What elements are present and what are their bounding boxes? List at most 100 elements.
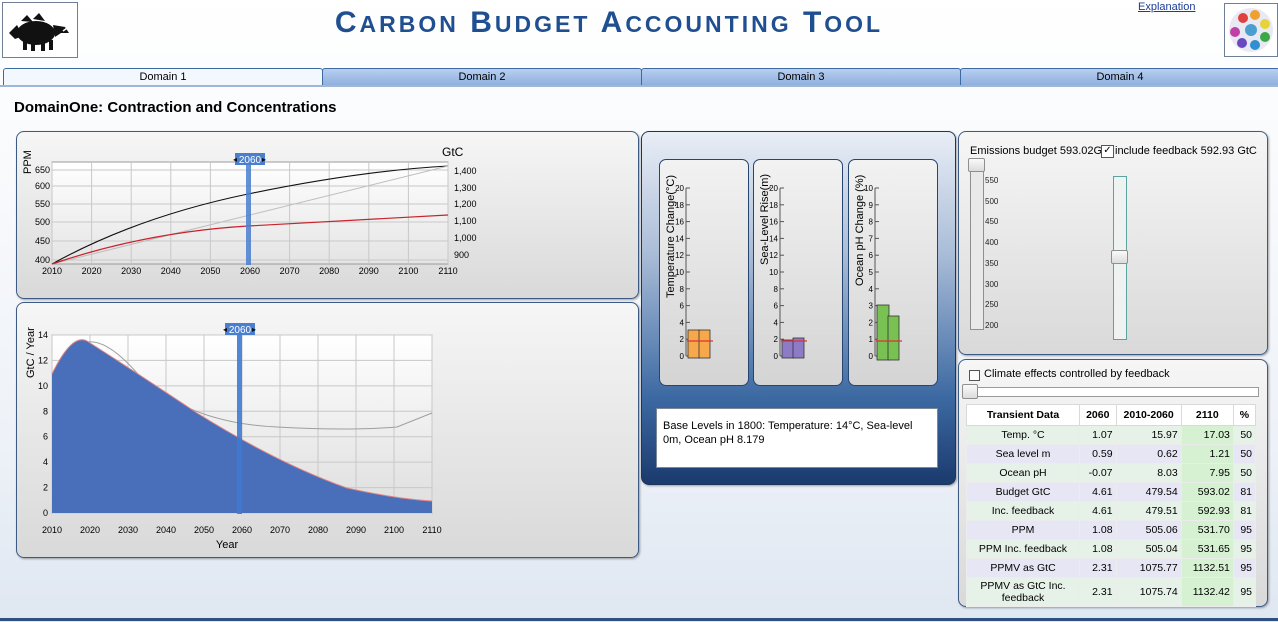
slider-tick-label: 350 [985, 258, 999, 268]
table-cell: 505.04 [1115, 539, 1182, 559]
row-label: PPMV as GtC Inc. feedback [966, 577, 1080, 607]
gauge-bar-low [687, 329, 701, 359]
y-tick-label: 650 [35, 165, 50, 175]
x-tick-label: 2110 [438, 266, 457, 276]
table-row: Sea level m 0.59 0.62 1.21 50 [966, 444, 1257, 464]
x-tick-label: 2030 [118, 525, 138, 535]
gauge-tick-label: 0 [680, 352, 685, 361]
y-tick-label: 4 [43, 457, 48, 467]
y-tick-label: 900 [454, 250, 469, 260]
row-label: PPM Inc. feedback [966, 539, 1080, 559]
budget-panel: Emissions budget 593.02GtC ✓ include fee… [958, 131, 1268, 355]
row-label: PPM [966, 520, 1080, 540]
emissions-chart: ◂ ▸ 2060 GtC / Year Year 2010 2020 2030 204… [25, 323, 442, 551]
budget-slider-thumb[interactable] [968, 158, 985, 172]
gauge-bar-low [781, 339, 795, 359]
gauge-tick-label: 6 [774, 302, 779, 311]
table-row: PPMV as GtC Inc. feedback 2.31 1075.74 1132… [966, 577, 1257, 607]
y-tick-label: 600 [35, 181, 50, 191]
gauge-tick-label: 9 [869, 201, 874, 210]
table-cell: 50 [1232, 425, 1257, 445]
table-cell: 7.95 [1180, 463, 1234, 483]
gauge-tick-label: 12 [675, 251, 684, 260]
table-cell: 1132.42 [1180, 577, 1234, 607]
feedback-slider-thumb[interactable] [1111, 250, 1128, 264]
row-label: Temp. °C [966, 425, 1080, 445]
marker-year-label: 2060 [239, 155, 262, 166]
x-tick-label: 2050 [200, 266, 220, 276]
climate-effects-checkbox[interactable] [969, 370, 980, 381]
marker-year-label: 2060 [229, 325, 252, 336]
ppm-chart-panel: ◂ ▸ 2060 PPM GtC 2010 2020 2030 2040 2050 206… [16, 131, 639, 299]
table-cell: 4.61 [1079, 501, 1117, 521]
table-header: % [1232, 404, 1257, 426]
table-header: 2110 [1180, 404, 1234, 426]
table-cell: 4.61 [1079, 482, 1117, 502]
y-tick-label: 1,200 [454, 199, 477, 209]
table-cell: 592.93 [1180, 501, 1234, 521]
row-label: Ocean pH [966, 463, 1080, 483]
marker-left-arrow: ◂ [223, 325, 227, 334]
x-tick-label: 2020 [80, 525, 100, 535]
x-tick-label: 2030 [121, 266, 141, 276]
y-tick-label: 10 [38, 381, 48, 391]
table-cell: 17.03 [1180, 425, 1234, 445]
table-row: Temp. °C 1.07 15.97 17.03 50 [966, 425, 1257, 445]
x-tick-label: 2060 [240, 266, 260, 276]
feedback-strength-track[interactable] [963, 387, 1259, 397]
slider-tick-label: 400 [985, 238, 999, 248]
section-title: DomainOne: Contraction and Concentration… [14, 99, 337, 116]
ocean-ph-gauge: Ocean pH Change (%) 10 9 8 7 6 5 4 3 2 1 0 [848, 159, 938, 386]
x-tick-label: 2080 [308, 525, 328, 535]
y-tick-label: 2 [43, 483, 48, 493]
tab-domain-4[interactable]: Domain 4 [960, 68, 1278, 86]
table-cell: 531.70 [1180, 520, 1234, 540]
table-cell: 0.59 [1079, 444, 1117, 464]
table-cell: 95 [1232, 558, 1257, 578]
ppm-axis-label: PPM [22, 150, 34, 174]
table-cell: 479.51 [1115, 501, 1182, 521]
table-cell: 15.97 [1115, 425, 1182, 445]
gauge-tick-label: 4 [869, 285, 874, 294]
table-cell: 1075.77 [1115, 558, 1182, 578]
gauge-tick-label: 8 [869, 218, 874, 227]
include-feedback-checkbox[interactable]: ✓ [1101, 145, 1114, 158]
table-row: Budget GtC 4.61 479.54 593.02 81 [966, 482, 1257, 502]
table-cell: 505.06 [1115, 520, 1182, 540]
gauge-tick-label: 14 [769, 234, 778, 243]
gauge-tick-label: 8 [774, 285, 779, 294]
y-tick-label: 0 [43, 508, 48, 518]
budget-slider-track[interactable] [970, 168, 984, 330]
row-label: Budget GtC [966, 482, 1080, 502]
gauge-tick-label: 20 [769, 184, 778, 193]
gauge-tick-label: 12 [769, 251, 778, 260]
explanation-link[interactable]: Explanation [1138, 1, 1196, 13]
x-tick-label: 2090 [359, 266, 379, 276]
gauge-tick-label: 18 [675, 201, 684, 210]
x-tick-label: 2060 [232, 525, 252, 535]
row-label: PPMV as GtC [966, 558, 1080, 578]
slider-tick-label: 250 [985, 300, 999, 310]
feedback-strength-thumb[interactable] [962, 384, 978, 399]
gauge-bar-high [698, 329, 711, 359]
gauge-tick-label: 14 [675, 234, 684, 243]
year-marker-bar[interactable] [246, 160, 251, 265]
emissions-chart-panel: ◂ ▸ 2060 GtC / Year Year 2010 2020 2030 204… [16, 302, 639, 558]
bottom-border [0, 618, 1278, 621]
table-cell: 1.08 [1079, 539, 1117, 559]
table-cell: 593.02 [1180, 482, 1234, 502]
tab-domain-2[interactable]: Domain 2 [322, 68, 642, 86]
include-feedback-label: include feedback 592.93 GtC [1115, 145, 1257, 157]
tab-domain-1[interactable]: Domain 1 [3, 68, 323, 86]
gauge-tick-label: 0 [869, 352, 874, 361]
tab-domain-3[interactable]: Domain 3 [641, 68, 961, 86]
sea-level-gauge: Sea-Level Rise(m) 20 18 16 14 12 10 8 6 4 2 0 [753, 159, 843, 386]
y-tick-label: 1,300 [454, 183, 477, 193]
table-header: Transient Data [966, 404, 1080, 426]
year-marker-bar[interactable] [237, 333, 242, 514]
transient-data-table: Transient Data 2060 2010-2060 2110 % Tem… [966, 404, 1257, 607]
table-cell: 2.31 [1079, 577, 1117, 607]
gauge-tick-label: 8 [680, 285, 685, 294]
gauge-tick-label: 1 [869, 335, 874, 344]
table-cell: 8.03 [1115, 463, 1182, 483]
